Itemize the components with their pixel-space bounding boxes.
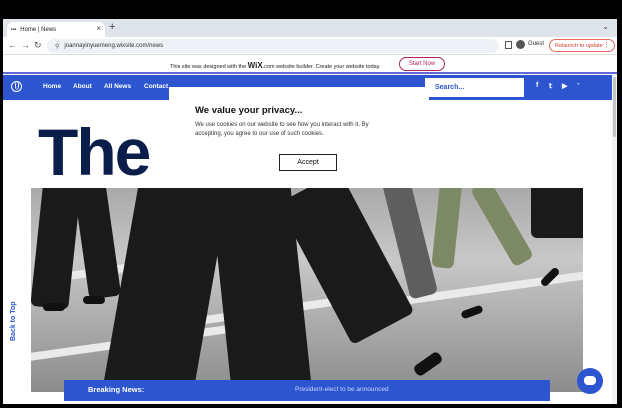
- close-tab-icon[interactable]: ×: [96, 24, 101, 33]
- more-options-icon[interactable]: ⋮: [603, 41, 610, 49]
- breaking-news-label: Breaking News:: [88, 385, 145, 394]
- search-input[interactable]: Search...: [425, 78, 524, 97]
- address-toolbar: ← → ↻ ⚲ joannayinyuemeng.wixsite.com/new…: [3, 37, 617, 55]
- nav-home[interactable]: Home: [43, 83, 61, 90]
- tab-title: Home | News: [20, 26, 57, 33]
- youtube-icon[interactable]: ▶: [562, 82, 567, 90]
- scrollbar-thumb[interactable]: [613, 77, 616, 137]
- walker-leg: [531, 188, 583, 238]
- walker-leg: [72, 188, 122, 300]
- walker-leg: [469, 188, 535, 268]
- profile-label[interactable]: Guest: [528, 41, 544, 47]
- walker-leg: [431, 188, 463, 269]
- accept-button[interactable]: Accept: [279, 154, 337, 171]
- walker-leg: [102, 188, 230, 392]
- relaunch-button[interactable]: Relaunch to update ⋮: [549, 39, 615, 52]
- privacy-body: We use cookies on our website to see how…: [195, 122, 369, 137]
- new-tab-icon[interactable]: +: [109, 21, 115, 33]
- twitter-icon[interactable]: 𝕥: [549, 82, 552, 90]
- wix-logo: WiX: [247, 61, 263, 70]
- wix-banner-text-after: .com website builder. Create your websit…: [262, 64, 381, 70]
- walker-shoe: [460, 304, 484, 320]
- back-to-top-link[interactable]: Back to Top: [10, 301, 17, 341]
- walker-shoe: [43, 303, 65, 311]
- walker-leg: [31, 188, 82, 310]
- profile-avatar-icon[interactable]: [516, 40, 525, 49]
- side-panel-icon[interactable]: [505, 41, 512, 49]
- chat-icon[interactable]: [577, 368, 603, 394]
- wix-banner: This site was designed with the WiX.com …: [3, 55, 617, 74]
- tab-search-chevron-icon[interactable]: ⌄: [602, 22, 609, 31]
- wix-banner-text-before: This site was designed with the: [170, 64, 248, 70]
- browser-window: ••• Home | News × + ⌄ ← → ↻ ⚲ joannayiny…: [3, 19, 617, 404]
- favicon-icon: •••: [11, 26, 17, 33]
- page-scrollbar[interactable]: [612, 75, 617, 404]
- forward-icon[interactable]: →: [21, 40, 30, 50]
- nav-contact[interactable]: Contact: [144, 83, 168, 90]
- wix-banner-message: This site was designed with the WiX.com …: [170, 61, 381, 70]
- privacy-title: We value your privacy...: [195, 105, 303, 116]
- hero-title: The: [38, 115, 151, 189]
- url-text: joannayinyuemeng.wixsite.com/news: [64, 43, 164, 49]
- browser-tab[interactable]: ••• Home | News ×: [7, 22, 105, 37]
- start-now-button[interactable]: Start Now: [399, 57, 445, 71]
- breaking-news-text[interactable]: President-elect to be announced: [295, 386, 389, 393]
- nav-about[interactable]: About: [73, 83, 92, 90]
- reload-icon[interactable]: ↻: [34, 40, 42, 51]
- walker-shoe: [83, 296, 105, 304]
- address-bar[interactable]: ⚲ joannayinyuemeng.wixsite.com/news: [47, 39, 499, 53]
- facebook-icon[interactable]: f: [536, 82, 538, 89]
- relaunch-label: Relaunch to update: [555, 42, 603, 49]
- hero-photo: [31, 188, 583, 392]
- site-info-icon[interactable]: ⚲: [55, 43, 59, 50]
- breaking-news-bar: Breaking News: President-elect to be ann…: [64, 380, 550, 401]
- nav-all-news[interactable]: All News: [104, 83, 131, 90]
- tab-strip: ••• Home | News × + ⌄: [3, 19, 617, 37]
- rss-icon[interactable]: ◔: [576, 82, 580, 88]
- privacy-dialog: We value your privacy... We use cookies …: [169, 87, 429, 179]
- globe-icon[interactable]: [11, 81, 22, 92]
- walker-shoe: [412, 350, 444, 378]
- back-icon[interactable]: ←: [8, 40, 17, 50]
